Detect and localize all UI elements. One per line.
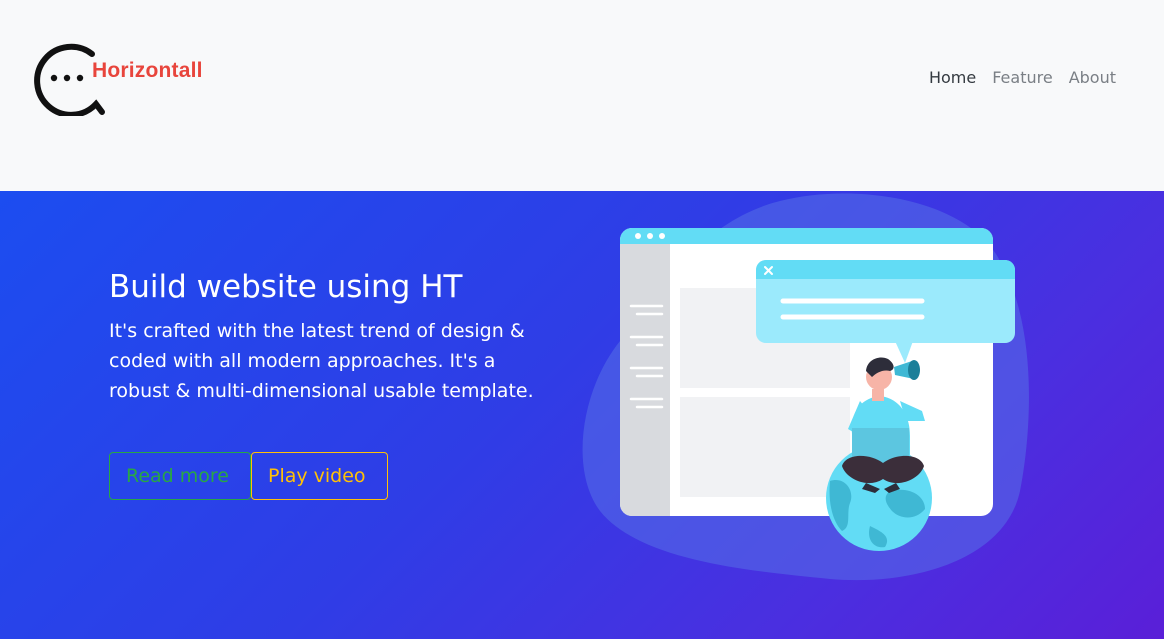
hero-section: Build website using HT It's crafted with…	[0, 191, 1164, 639]
brand-name: Horizontall	[92, 59, 203, 82]
brand-link[interactable]: Horizontall	[30, 40, 220, 116]
hero-description: It's crafted with the latest trend of de…	[109, 320, 534, 402]
hero-title: Build website using HT	[109, 269, 463, 305]
nav-item-home[interactable]: Home	[921, 67, 984, 89]
nav-item-feature[interactable]: Feature	[984, 67, 1060, 89]
nav-item-about[interactable]: About	[1061, 67, 1124, 89]
hero-illustration	[582, 193, 1029, 581]
navbar: Horizontall Home Feature About	[0, 0, 1164, 191]
read-more-button[interactable]: Read more	[109, 452, 251, 500]
hero-buttons: Read more Play video	[109, 452, 388, 500]
main-nav: Home Feature About	[921, 67, 1124, 89]
play-video-button[interactable]: Play video	[251, 452, 388, 500]
